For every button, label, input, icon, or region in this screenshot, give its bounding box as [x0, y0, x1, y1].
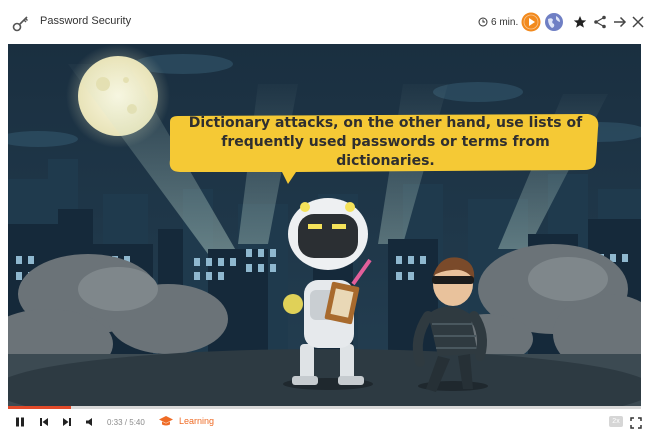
learning-button[interactable]: Learning [158, 415, 214, 427]
current-time: 0:33 [107, 418, 123, 427]
language-button[interactable] [544, 12, 564, 32]
globe-icon [545, 13, 563, 31]
total-time: 5:40 [129, 418, 145, 427]
skip-back-icon [40, 418, 48, 426]
next-button[interactable] [610, 12, 630, 32]
video-stage[interactable]: Dictionary attacks, on the other hand, u… [8, 44, 641, 407]
speaker-icon [86, 418, 92, 426]
speech-bubble: Dictionary attacks, on the other hand, u… [173, 114, 598, 169]
share-icon [594, 15, 606, 29]
duration-label: 6 min. [491, 16, 519, 28]
close-button[interactable] [630, 12, 646, 32]
course-logo-icon [12, 14, 30, 32]
fullscreen-button[interactable] [630, 416, 642, 429]
progress-bar[interactable] [8, 406, 641, 409]
play-circle-button[interactable] [521, 12, 541, 32]
arrow-right-icon [614, 16, 627, 28]
play-circle-icon [521, 12, 541, 32]
previous-button[interactable] [38, 416, 50, 428]
duration-indicator: 6 min. [478, 14, 518, 30]
top-bar: Password Security 6 min. [0, 0, 649, 44]
close-icon [632, 16, 644, 28]
pause-button[interactable] [14, 416, 26, 428]
fullscreen-icon [630, 417, 642, 429]
clock-icon [478, 17, 488, 27]
share-button[interactable] [590, 12, 610, 32]
player-controls: 0:33 / 5:40 Learning 2x [0, 410, 649, 432]
next-chapter-button[interactable] [61, 416, 73, 428]
speech-bubble-text: Dictionary attacks, on the other hand, u… [188, 114, 583, 169]
graduation-cap-icon [159, 416, 173, 426]
learning-label: Learning [179, 416, 215, 426]
star-icon [573, 16, 587, 28]
time-display: 0:33 / 5:40 [107, 418, 145, 427]
skip-forward-icon [63, 418, 71, 426]
night-city-illustration [8, 44, 641, 407]
pause-icon [16, 417, 24, 427]
playback-speed-button[interactable]: 2x [609, 416, 623, 427]
favorite-button[interactable] [570, 12, 590, 32]
progress-fill [8, 406, 72, 409]
page-title: Password Security [40, 15, 132, 27]
volume-button[interactable] [84, 416, 96, 428]
